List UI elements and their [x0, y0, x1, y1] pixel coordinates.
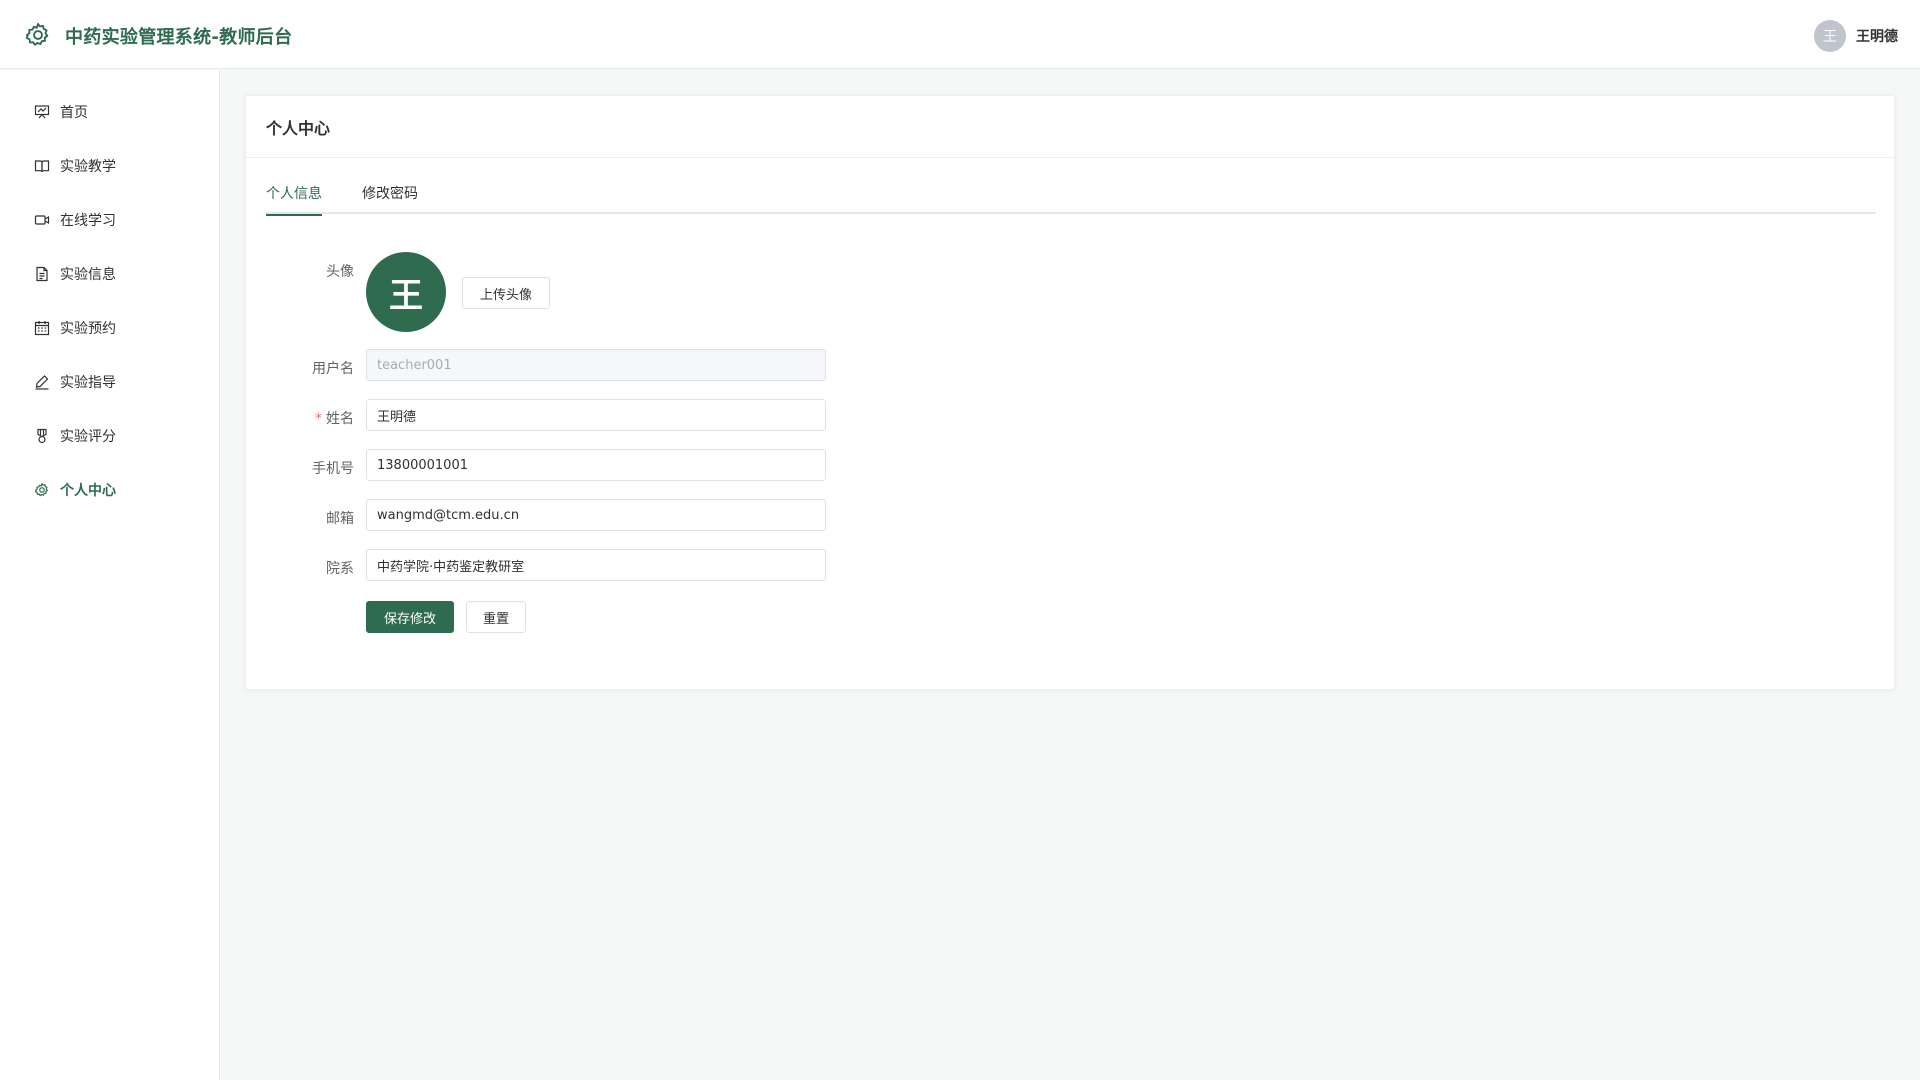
required-mark: *: [315, 411, 322, 427]
sidebar-item-label: 实验信息: [60, 267, 116, 283]
tab-change-password[interactable]: 修改密码: [362, 182, 418, 214]
save-button[interactable]: 保存修改: [366, 601, 454, 633]
upload-avatar-button[interactable]: 上传头像: [462, 277, 550, 309]
top-header: 中药实验管理系统-教师后台 王 王明德: [0, 0, 1920, 69]
phone-label: 手机号: [312, 461, 354, 477]
video-icon: [34, 215, 50, 225]
sidebar: 首页 实验教学 在线学习 实验信息 实验预约 实验指导 实验评分 个人中心: [0, 70, 220, 1080]
sidebar-item-teaching[interactable]: 实验教学: [0, 139, 219, 193]
reset-button[interactable]: 重置: [466, 601, 526, 633]
department-input[interactable]: [366, 549, 826, 581]
email-input[interactable]: [366, 499, 826, 531]
calendar-icon: [34, 321, 50, 336]
email-label: 邮箱: [326, 511, 354, 527]
user-name[interactable]: 王明德: [1856, 26, 1898, 46]
sidebar-item-label: 实验预约: [60, 321, 116, 337]
sidebar-item-label: 实验评分: [60, 429, 116, 445]
document-icon: [36, 266, 48, 282]
dashboard-icon: [34, 105, 50, 119]
sidebar-item-home[interactable]: 首页: [0, 85, 219, 139]
phone-input[interactable]: [366, 449, 826, 481]
app-title: 中药实验管理系统-教师后台: [65, 27, 293, 48]
user-avatar[interactable]: 王: [1814, 20, 1846, 52]
sidebar-item-label: 在线学习: [60, 213, 116, 229]
avatar-label: 头像: [326, 264, 354, 280]
gear-icon: [34, 483, 48, 497]
sidebar-item-booking[interactable]: 实验预约: [0, 301, 219, 355]
sidebar-item-experiment-info[interactable]: 实验信息: [0, 247, 219, 301]
medal-icon: [37, 428, 47, 444]
gear-icon: [25, 22, 49, 46]
sidebar-item-label: 个人中心: [60, 483, 116, 499]
department-label: 院系: [326, 561, 354, 577]
tab-personal-info[interactable]: 个人信息: [266, 182, 322, 216]
name-label-text: 姓名: [326, 411, 354, 427]
card-header: 个人中心: [246, 96, 1894, 158]
sidebar-item-scoring[interactable]: 实验评分: [0, 409, 219, 463]
page-title: 个人中心: [266, 118, 331, 138]
profile-avatar: 王: [366, 252, 446, 332]
sidebar-item-label: 首页: [60, 105, 88, 121]
name-input[interactable]: [366, 399, 826, 431]
sidebar-item-label: 实验指导: [60, 375, 116, 391]
sidebar-menu: 首页 实验教学 在线学习 实验信息 实验预约 实验指导 实验评分 个人中心: [0, 70, 219, 517]
book-icon: [34, 160, 50, 173]
sidebar-item-profile[interactable]: 个人中心: [0, 463, 219, 517]
pen-icon: [35, 375, 49, 390]
name-label: * 姓名: [246, 408, 354, 428]
sidebar-item-label: 实验教学: [60, 159, 116, 175]
profile-card: 个人中心 个人信息 修改密码 头像 王 上传头像 用户名 *姓名 手机号 邮箱 …: [245, 95, 1895, 690]
profile-tabs: 个人信息 修改密码: [266, 182, 1876, 216]
user-menu[interactable]: 王 王明德: [1814, 20, 1898, 52]
username-label: 用户名: [312, 361, 354, 377]
username-input: [366, 349, 826, 381]
sidebar-item-online-learning[interactable]: 在线学习: [0, 193, 219, 247]
sidebar-item-guidance[interactable]: 实验指导: [0, 355, 219, 409]
